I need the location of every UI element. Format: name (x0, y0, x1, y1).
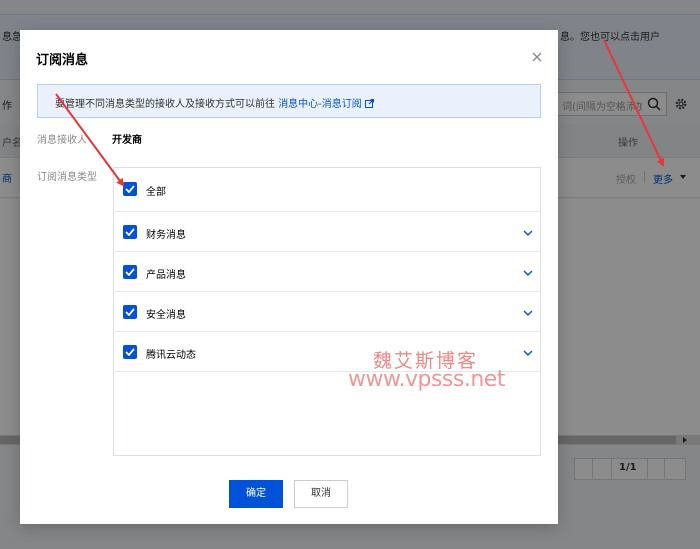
checkbox-product[interactable] (123, 265, 137, 279)
dialog-title: 订阅消息 (36, 53, 89, 68)
checkbox-finance[interactable] (123, 225, 137, 239)
chevron-down-icon[interactable] (523, 310, 533, 316)
type-row-finance[interactable]: 财务消息 (114, 212, 540, 252)
message-type-list: 全部 财务消息 产品消息 安全消息 腾讯云动态 (113, 167, 541, 456)
cancel-button[interactable]: 取消 (294, 480, 348, 508)
type-row-all[interactable]: 全部 (114, 168, 540, 212)
check-icon (125, 308, 135, 316)
check-icon (125, 348, 135, 356)
info-banner: 要管理不同消息类型的接收人及接收方式可以前往 消息中心-消息订阅 (37, 84, 541, 118)
checkbox-security[interactable] (123, 305, 137, 319)
check-icon (125, 268, 135, 276)
confirm-button[interactable]: 确定 (229, 480, 283, 508)
chevron-down-icon[interactable] (523, 230, 533, 236)
external-link-icon[interactable] (364, 99, 374, 108)
message-type-label: 订阅消息类型 (37, 172, 97, 183)
chevron-down-icon[interactable] (523, 350, 533, 356)
close-icon[interactable] (530, 50, 544, 64)
recipient-value: 开发商 (112, 135, 142, 146)
subscribe-dialog: 订阅消息 要管理不同消息类型的接收人及接收方式可以前往 消息中心-消息订阅 消息… (20, 30, 558, 524)
type-row-security[interactable]: 安全消息 (114, 292, 540, 332)
recipient-label: 消息接收人 (37, 135, 87, 146)
type-label-product: 产品消息 (146, 270, 186, 281)
chevron-down-icon[interactable] (523, 270, 533, 276)
type-label-tencent-news: 腾讯云动态 (146, 350, 196, 361)
info-text: 要管理不同消息类型的接收人及接收方式可以前往 消息中心-消息订阅 (55, 95, 374, 110)
checkbox-all[interactable] (123, 182, 137, 196)
checkbox-tencent-news[interactable] (123, 345, 137, 359)
check-icon (125, 185, 135, 193)
check-icon (125, 228, 135, 236)
watermark-url: www.vpsss.net (348, 367, 505, 392)
type-label-finance: 财务消息 (146, 230, 186, 241)
type-label-security: 安全消息 (146, 310, 186, 321)
message-center-link[interactable]: 消息中心-消息订阅 (278, 99, 362, 110)
info-prefix: 要管理不同消息类型的接收人及接收方式可以前往 (55, 99, 279, 110)
type-label-all: 全部 (146, 187, 166, 198)
type-row-product[interactable]: 产品消息 (114, 252, 540, 292)
